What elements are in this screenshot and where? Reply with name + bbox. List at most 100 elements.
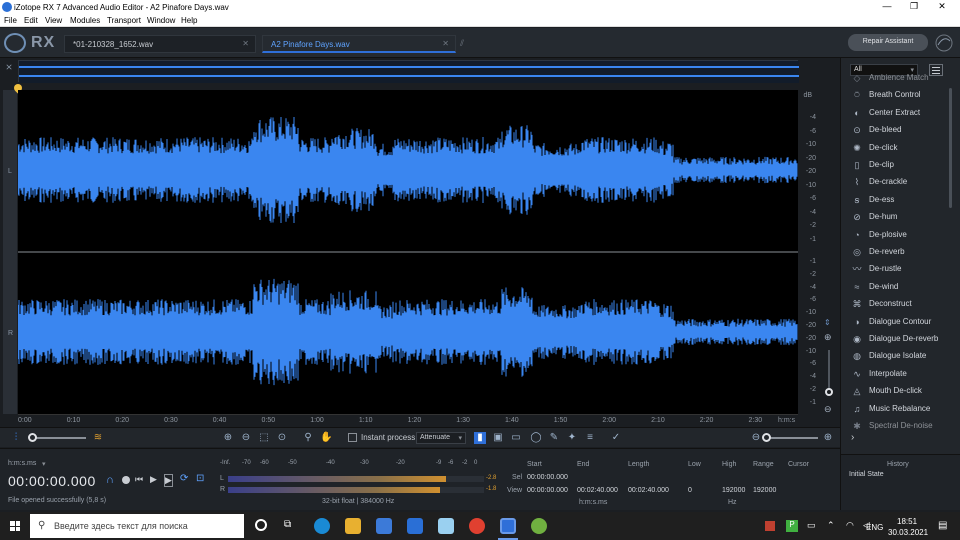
module-item[interactable]: ◇ Ambience Match xyxy=(849,70,953,86)
zoom-tool-icon[interactable]: ⚲ xyxy=(302,432,314,444)
app-icon-green[interactable] xyxy=(531,518,547,534)
spectrogram-view-icon[interactable]: ≋ xyxy=(92,432,104,444)
zoom-in-horizontal-icon[interactable]: ⊕ xyxy=(822,432,834,444)
tray-app-icon[interactable]: P xyxy=(786,520,798,532)
view-length-value[interactable]: 00:02:40.000 xyxy=(628,487,669,494)
zoom-out-icon[interactable]: ⊖ xyxy=(240,432,252,444)
tray-flag-icon[interactable] xyxy=(765,521,775,531)
module-list-scrollbar[interactable] xyxy=(949,88,952,208)
task-view-icon[interactable]: ⧉ xyxy=(284,519,291,530)
tab-overflow-icon[interactable]: ⫽ xyxy=(460,38,464,49)
time-ruler[interactable]: 0:00 0:10 0:20 0:30 0:40 0:50 1:00 1:10 1:20 1:30… xyxy=(18,414,798,426)
spectrogram-blend-slider[interactable] xyxy=(30,437,86,439)
module-item[interactable]: ◐ Center Extract xyxy=(849,105,953,121)
module-item[interactable]: ⊘ De-hum xyxy=(849,209,953,225)
module-item[interactable]: ⊙ De-bleed xyxy=(849,122,953,138)
zoom-out-vertical-icon[interactable]: ⊖ xyxy=(824,404,832,415)
menu-modules[interactable]: Modules xyxy=(70,16,100,25)
freq-selection-icon[interactable]: ▭ xyxy=(510,432,522,444)
language-indicator[interactable]: ENG xyxy=(866,523,883,532)
clock-date[interactable]: 30.03.2021 xyxy=(888,528,928,537)
pen-app-icon[interactable] xyxy=(438,518,454,534)
collapse-overview-icon[interactable]: ⨯ xyxy=(3,62,15,80)
windows-start-icon[interactable] xyxy=(10,521,20,531)
taskbar-search-box[interactable]: ⚲ Введите здесь текст для поиска xyxy=(30,514,244,538)
module-item[interactable]: ◔ De-plosive xyxy=(849,227,953,243)
loop-icon[interactable]: ⟳ xyxy=(180,473,188,484)
maximize-icon[interactable]: ❐ xyxy=(907,1,921,13)
view-start-value[interactable]: 00:00:00.000 xyxy=(527,487,568,494)
menu-window[interactable]: Window xyxy=(147,16,175,25)
find-similar-icon[interactable]: ✓ xyxy=(610,432,622,444)
close-tab-icon[interactable]: ✕ xyxy=(242,39,249,48)
record-icon[interactable] xyxy=(122,476,130,484)
module-item[interactable]: ◎ De-reverb xyxy=(849,244,953,260)
instant-process-checkbox[interactable] xyxy=(348,433,357,442)
close-icon[interactable]: ✕ xyxy=(935,1,949,13)
zoom-play-icon[interactable]: ⊡ xyxy=(196,473,204,484)
module-item[interactable]: ≈ De-wind xyxy=(849,279,953,295)
edge-icon[interactable] xyxy=(314,518,330,534)
blend-slider-handle[interactable] xyxy=(28,433,37,442)
tab-file-1[interactable]: *01-210328_1652.wav ✕ xyxy=(64,35,256,53)
vertical-zoom-handle[interactable] xyxy=(825,388,833,396)
chevron-right-icon[interactable]: › xyxy=(851,432,854,443)
module-item[interactable]: ◍ Dialogue Isolate xyxy=(849,348,953,364)
magic-wand-icon[interactable]: ✦ xyxy=(566,432,578,444)
loop-headphones-icon[interactable]: ∩ xyxy=(106,474,114,486)
harmonic-selection-icon[interactable]: ≡ xyxy=(584,432,596,444)
module-item[interactable]: 〰 De-rustle xyxy=(849,261,953,277)
brush-icon[interactable]: ✎ xyxy=(548,432,560,444)
view-range-value[interactable]: 192000 xyxy=(753,487,776,494)
horizontal-zoom-handle[interactable] xyxy=(762,433,771,442)
horizontal-zoom-slider[interactable] xyxy=(766,437,818,439)
waveform-overview[interactable] xyxy=(18,60,799,83)
zoom-fit-vertical-icon[interactable]: ⇕ xyxy=(824,318,831,327)
file-explorer-icon[interactable] xyxy=(345,518,361,534)
module-item[interactable]: ◉ Dialogue De-reverb xyxy=(849,331,953,347)
menu-transport[interactable]: Transport xyxy=(107,16,141,25)
zoom-selection-icon[interactable]: ⬚ xyxy=(258,432,270,444)
wifi-icon[interactable]: ◠ xyxy=(846,520,854,531)
zoom-in-icon[interactable]: ⊕ xyxy=(222,432,234,444)
menu-edit[interactable]: Edit xyxy=(24,16,38,25)
history-item[interactable]: Initial State xyxy=(849,471,884,478)
view-end-value[interactable]: 00:02:40.000 xyxy=(577,487,618,494)
view-high-value[interactable]: 192000 xyxy=(722,487,745,494)
menu-file[interactable]: File xyxy=(4,16,17,25)
tray-chevron-up-icon[interactable]: ⌃ xyxy=(827,520,835,531)
zoom-out-horizontal-icon[interactable]: ⊖ xyxy=(750,432,762,444)
waveform-display[interactable] xyxy=(17,90,798,414)
lasso-icon[interactable]: ◯ xyxy=(530,432,542,444)
module-item[interactable]: ✱ Spectral De-noise xyxy=(849,418,953,434)
close-tab-icon[interactable]: ✕ xyxy=(442,39,449,48)
module-item[interactable]: ◑ Dialogue Contour xyxy=(849,314,953,330)
module-item[interactable]: ⌇ De-crackle xyxy=(849,174,953,190)
vertical-zoom-slider[interactable] xyxy=(828,350,830,390)
sel-start-value[interactable]: 00:00:00.000 xyxy=(527,474,568,481)
module-item[interactable]: ▯ De-clip xyxy=(849,157,953,173)
chrome-icon[interactable] xyxy=(469,518,485,534)
menu-view[interactable]: View xyxy=(45,16,62,25)
module-item[interactable]: ꞩ De-ess xyxy=(849,192,953,208)
waveform-canvas[interactable] xyxy=(17,90,798,414)
hand-tool-icon[interactable]: ✋ xyxy=(320,432,332,444)
chevron-down-icon[interactable]: ▾ xyxy=(42,460,46,468)
izotope-rx-taskbar-icon[interactable] xyxy=(500,518,516,534)
module-item[interactable]: ♫ Music Rebalance xyxy=(849,401,953,417)
module-item[interactable]: ⌘ Deconstruct xyxy=(849,296,953,312)
repair-assistant-button[interactable]: Repair Assistant xyxy=(848,34,928,51)
menu-help[interactable]: Help xyxy=(181,16,197,25)
notifications-icon[interactable]: ▤ xyxy=(938,520,947,531)
tab-file-2[interactable]: A2 Pinafore Days.wav ✕ xyxy=(262,35,456,53)
skip-back-icon[interactable]: ⏮ xyxy=(135,474,143,485)
module-item[interactable]: ∿ Interpolate xyxy=(849,366,953,382)
zoom-fit-icon[interactable]: ⊙ xyxy=(276,432,288,444)
tray-window-icon[interactable]: ▭ xyxy=(807,520,816,531)
play-selection-icon[interactable]: ▶ xyxy=(164,474,173,487)
module-item[interactable]: ◬ Mouth De-click xyxy=(849,383,953,399)
minimize-icon[interactable]: — xyxy=(880,1,894,13)
time-format-select[interactable]: h:m:s.ms xyxy=(8,460,36,467)
time-freq-selection-icon[interactable]: ▣ xyxy=(492,432,504,444)
play-icon[interactable]: ▶ xyxy=(150,474,157,485)
